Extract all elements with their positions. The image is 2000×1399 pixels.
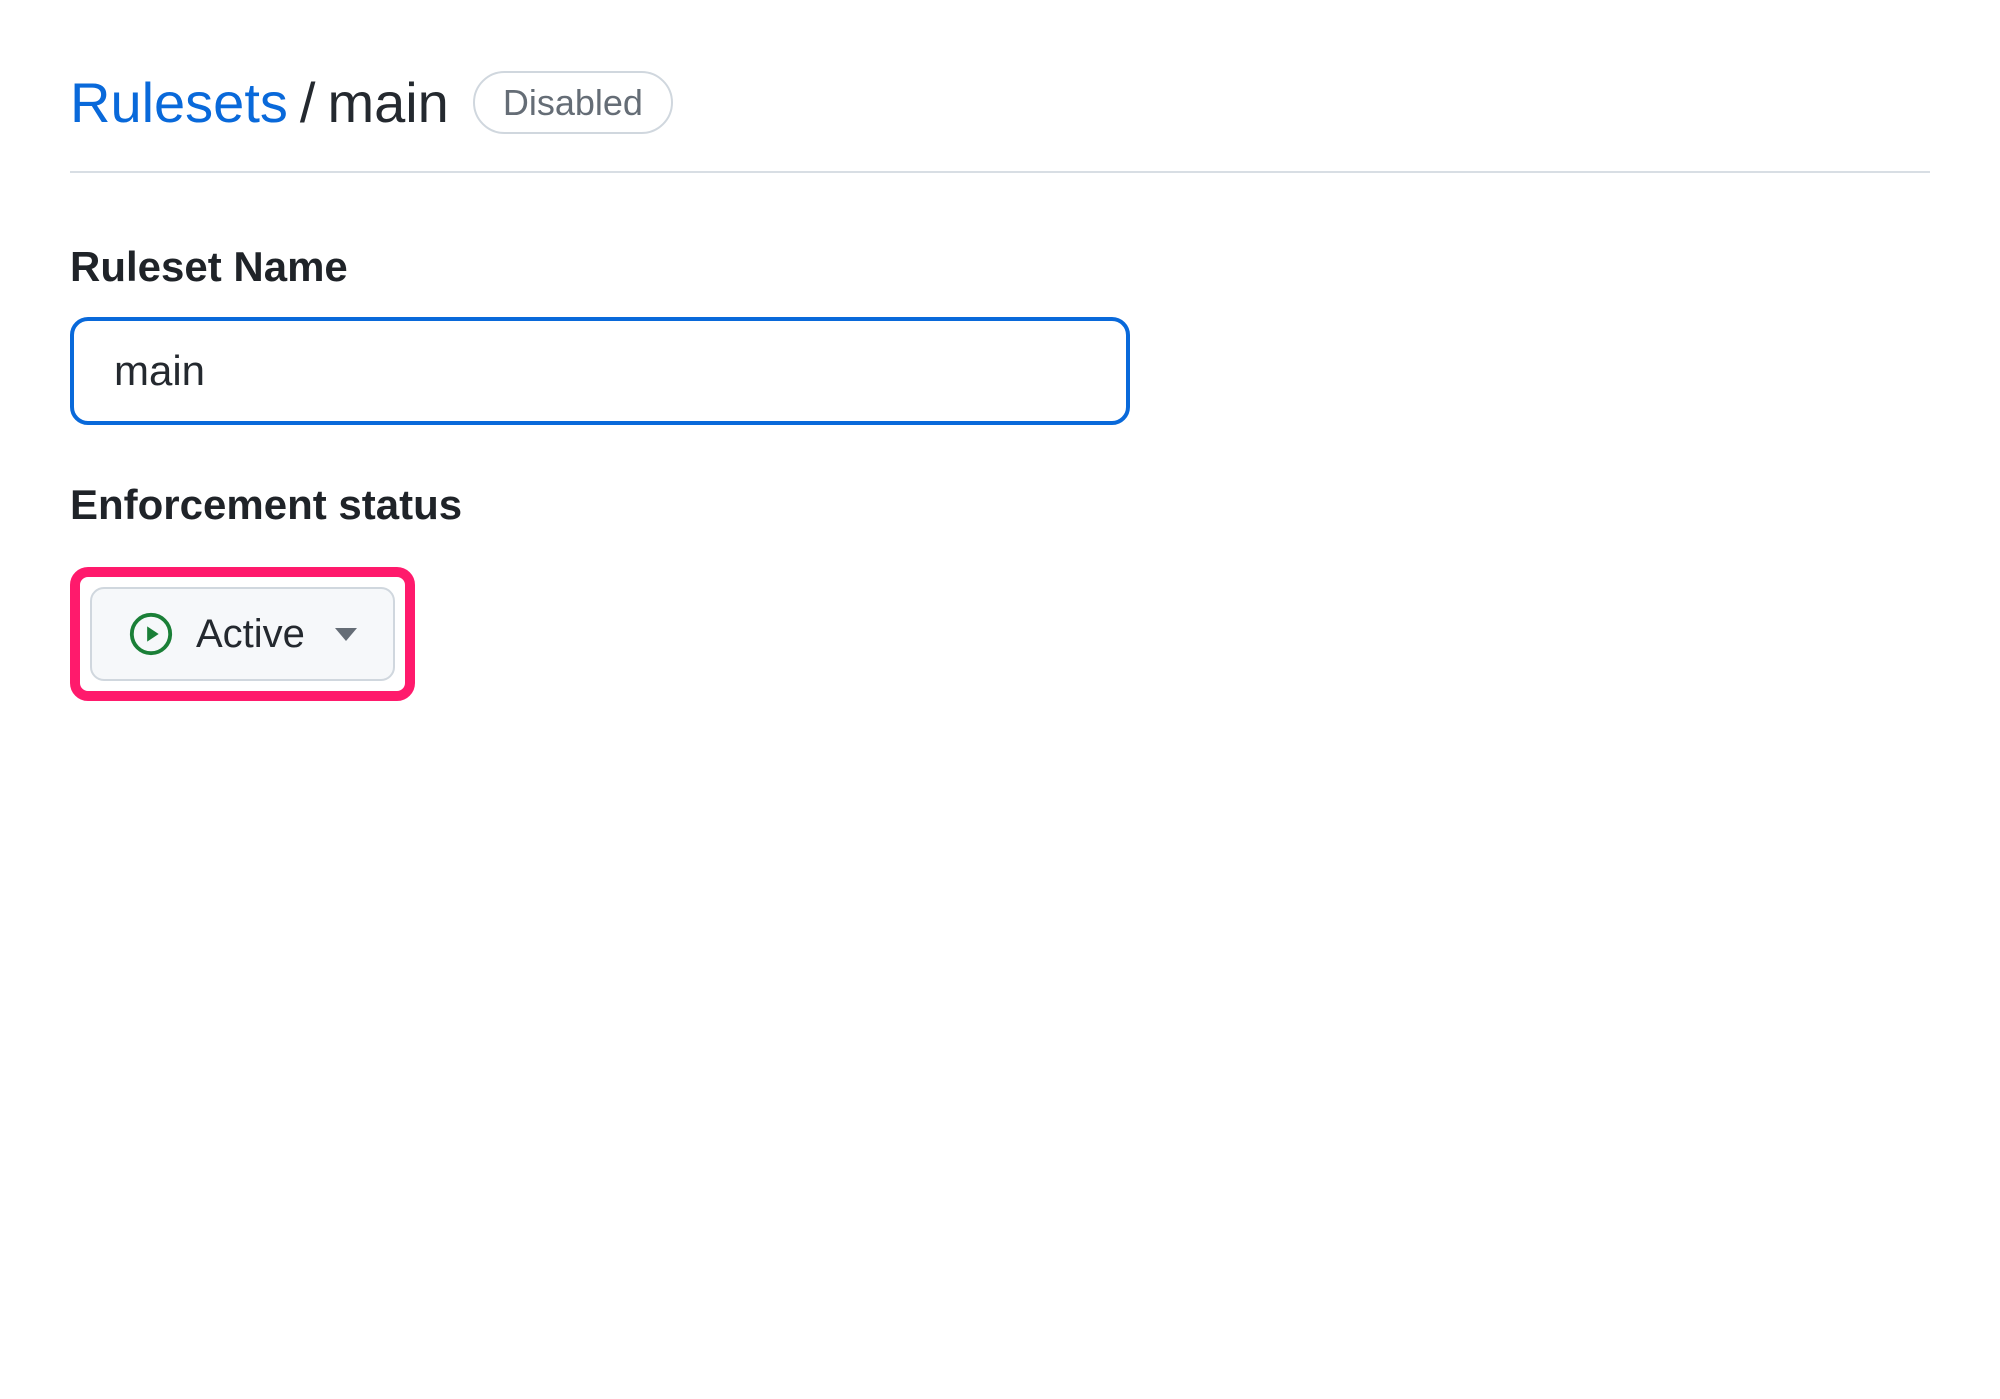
ruleset-name-input[interactable] (70, 317, 1130, 425)
breadcrumb-current: main (327, 70, 448, 135)
breadcrumb: Rulesets / main (70, 70, 449, 135)
enforcement-status-label: Enforcement status (70, 481, 1930, 529)
ruleset-name-field-group: Ruleset Name (70, 243, 1930, 425)
enforcement-highlight-box: Active (70, 567, 415, 701)
enforcement-status-selected: Active (196, 612, 305, 657)
play-circle-icon (128, 611, 174, 657)
page-header: Rulesets / main Disabled (70, 70, 1930, 135)
ruleset-name-label: Ruleset Name (70, 243, 1930, 291)
chevron-down-icon (335, 628, 357, 641)
header-divider (70, 171, 1930, 173)
enforcement-status-dropdown[interactable]: Active (90, 587, 395, 681)
status-badge: Disabled (473, 71, 673, 134)
breadcrumb-parent-link[interactable]: Rulesets (70, 70, 288, 135)
breadcrumb-separator: / (300, 70, 316, 135)
enforcement-status-field-group: Enforcement status Active (70, 481, 1930, 701)
